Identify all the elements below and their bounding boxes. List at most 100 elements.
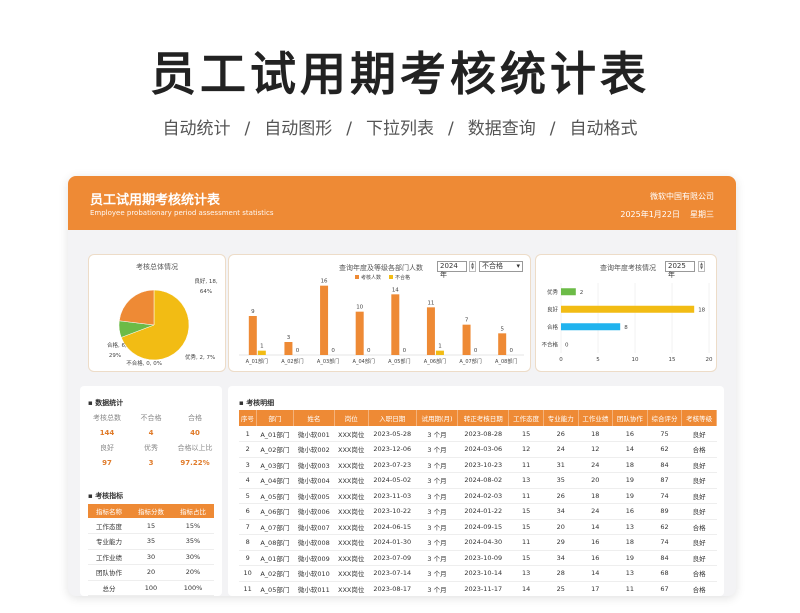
table-cell: 2023-10-09 — [457, 550, 509, 566]
indicator-row: 专业能力 35 35% — [88, 533, 214, 550]
table-cell: 2024-01-22 — [457, 503, 509, 520]
bar-chart: 考核人数 不合格91A_01部门30A_02部门160A_03部门100A_04部… — [239, 274, 524, 365]
table-cell: 10 — [239, 565, 257, 582]
bar-panel: 查询年度及等级各部门人数 2024 年 ▲ ▼ 不合格 ▾ 考核人数 不合格 9 1 A_0… — [228, 254, 531, 372]
indicator-cell: 100 — [130, 580, 172, 596]
indicators-header-cell: 指标名称 — [88, 504, 130, 518]
table-cell: 良好 — [681, 457, 717, 473]
table-cell: XXX岗位 — [334, 488, 369, 504]
table-cell: 2023-07-23 — [368, 457, 417, 473]
hbar — [561, 288, 576, 296]
stats-grid: 考核总数 不合格 合格 144 4 40 良好 优秀 合格以上比 97 3 97.22% — [85, 412, 217, 470]
table-cell: 微小软005 — [293, 488, 335, 504]
data-label: 0 — [474, 348, 478, 354]
feature-item: 自动格式 — [569, 119, 638, 139]
legend-swatch — [389, 275, 393, 279]
pie-chart: 良好, 18, 64% 优秀, 2, 7% 不合格, 0, 0% 合格, 6, 29% — [107, 277, 218, 367]
table-cell: 3 个月 — [416, 519, 458, 535]
table-cell: 微小软009 — [293, 550, 335, 566]
date-line: 2025年1月22日 星期三 — [610, 209, 714, 220]
table-cell: 24 — [578, 503, 613, 520]
table-cell: XXX岗位 — [334, 503, 369, 520]
table-cell: 11 — [612, 581, 648, 596]
stat-label: 合格以上比 — [177, 444, 213, 452]
table-cell: 11 — [508, 534, 544, 551]
table-cell: 良好 — [681, 472, 717, 489]
table-row[interactable]: 3 A_03部门 微小软003 XXX岗位 2023-07-23 3 个月 2023-10-… — [239, 457, 717, 473]
data-label: 14 — [392, 287, 399, 293]
feature-separator: / — [549, 119, 556, 139]
table-cell: 6 — [239, 503, 257, 520]
stat-value: 97 — [102, 459, 112, 467]
table-cell: 2023-08-28 — [457, 426, 509, 442]
feature-item: 数据查询 — [467, 119, 536, 139]
table-row[interactable]: 8 A_08部门 微小软008 XXX岗位 2024-01-30 3 个月 2024-04-… — [239, 534, 717, 551]
indicator-row: 工作业绩 30 30% — [88, 549, 214, 565]
table-cell: 3 个月 — [416, 534, 458, 551]
data-label: 5 — [500, 326, 504, 332]
table-cell: 15 — [508, 426, 544, 442]
table-cell: 35 — [543, 472, 579, 489]
table-cell: 3 个月 — [416, 441, 458, 458]
table-row[interactable]: 7 A_07部门 微小软007 XXX岗位 2024-06-15 3 个月 2024-09-… — [239, 519, 717, 535]
table-row[interactable]: 1 A_01部门 微小软001 XXX岗位 2023-05-28 3 个月 2023-08-… — [239, 426, 717, 442]
legend-swatch — [355, 275, 359, 279]
table-cell: 13 — [612, 519, 648, 535]
indicator-cell: 15% — [172, 518, 214, 534]
y-tick-label: 合格 — [547, 323, 559, 331]
table-cell: 3 个月 — [416, 457, 458, 473]
x-tick-label: 15 — [669, 357, 676, 363]
table-cell: 16 — [578, 534, 613, 551]
data-label: 9 — [251, 309, 255, 315]
stat-label: 优秀 — [144, 444, 158, 452]
details-header-cell: 专业能力 — [543, 410, 579, 426]
pie-label: 优秀, 2, 7% — [185, 353, 215, 361]
data-label: 11 — [427, 300, 434, 306]
table-row[interactable]: 9 A_01部门 微小软009 XXX岗位 2023-07-09 3 个月 2023-10-… — [239, 550, 717, 566]
table-cell: 合格 — [681, 519, 717, 535]
stat-value: 144 — [99, 429, 115, 437]
table-cell: 15 — [508, 503, 544, 520]
table-cell: 2023-10-14 — [457, 565, 509, 582]
table-cell: 良好 — [681, 426, 717, 442]
table-cell: A_01部门 — [256, 550, 294, 566]
table-cell: XXX岗位 — [334, 550, 369, 566]
header-band: 员工试用期考核统计表 Employee probationary period … — [68, 176, 736, 230]
bar — [355, 311, 364, 355]
table-cell: 2023-07-09 — [368, 550, 417, 566]
indicators-header-row: 指标名称 指标分数 指标占比 — [88, 504, 214, 518]
data-label: 3 — [287, 335, 291, 341]
table-row[interactable]: 5 A_05部门 微小软005 XXX岗位 2023-11-03 3 个月 2024-02-… — [239, 488, 717, 504]
table-cell: 16 — [612, 503, 648, 520]
table-row[interactable]: 11 A_05部门 微小软011 XXX岗位 2023-08-17 3 个月 2023-11… — [239, 581, 717, 596]
table-cell: 2024-04-30 — [457, 534, 509, 551]
details-header-cell: 序号 — [239, 410, 257, 426]
indicator-cell: 35% — [172, 533, 214, 550]
table-row[interactable]: 6 A_06部门 微小软006 XXX岗位 2023-10-22 3 个月 2024-01-… — [239, 503, 717, 520]
x-tick-label: A_07部门 — [459, 358, 481, 365]
legend-label: 不合格 — [395, 274, 410, 281]
table-cell: 20 — [543, 519, 579, 535]
stat-label: 合格 — [188, 414, 202, 422]
table-row[interactable]: 10 A_02部门 微小软010 XXX岗位 2023-07-14 3 个月 2023-10… — [239, 565, 717, 582]
data-label: 18 — [698, 307, 705, 313]
table-cell: 微小软010 — [293, 565, 335, 582]
table-cell: 84 — [647, 550, 682, 566]
table-cell: 20 — [578, 472, 613, 489]
x-tick-label: A_01部门 — [246, 358, 268, 365]
x-tick-label: 20 — [706, 357, 713, 363]
table-cell: XXX岗位 — [334, 534, 369, 551]
table-cell: 2023-12-06 — [368, 441, 417, 458]
table-cell: 2 — [239, 441, 257, 458]
pie-label: 64% — [200, 289, 212, 295]
indicator-cell: 100% — [172, 580, 214, 596]
weekday-text: 星期三 — [690, 210, 714, 219]
table-cell: 31 — [543, 457, 579, 473]
table-row[interactable]: 4 A_04部门 微小软004 XXX岗位 2024-05-02 3 个月 2024-08-… — [239, 472, 717, 489]
stat-label: 考核总数 — [93, 414, 121, 422]
details-header-cell: 综合评分 — [647, 410, 683, 426]
bar — [426, 307, 435, 355]
table-cell: 2024-03-06 — [457, 441, 509, 458]
table-cell: 微小软002 — [293, 441, 335, 458]
table-row[interactable]: 2 A_02部门 微小软002 XXX岗位 2023-12-06 3 个月 2024-03-… — [239, 441, 717, 458]
